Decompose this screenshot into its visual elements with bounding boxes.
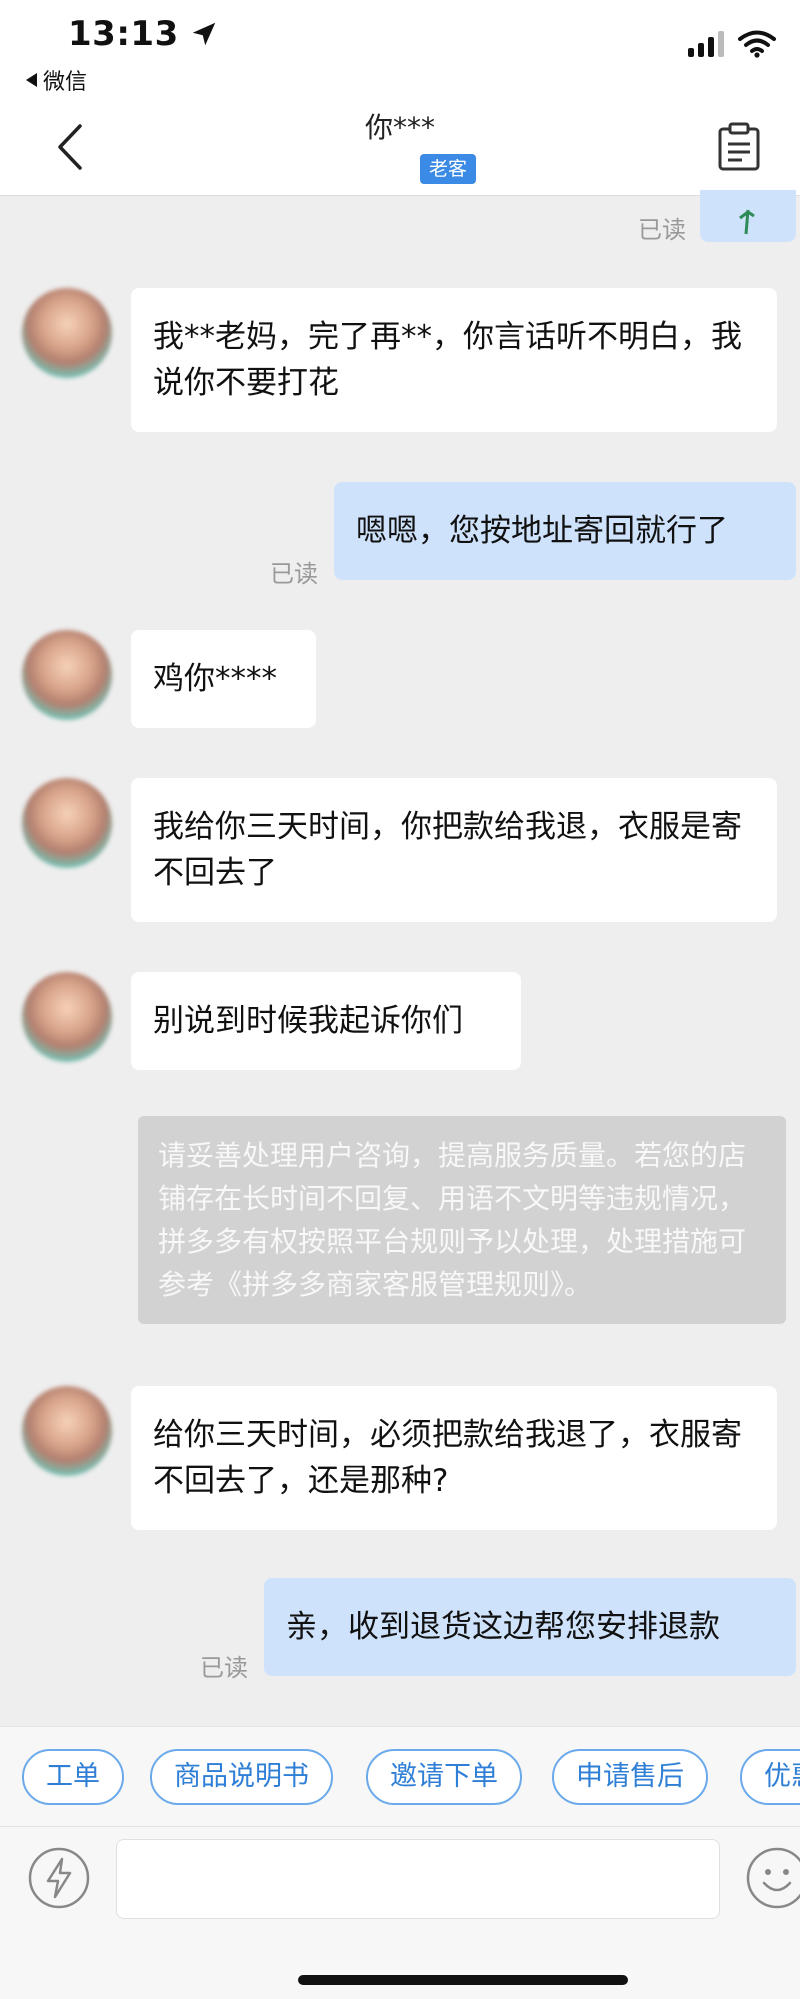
customer-message[interactable]: 别说到时候我起诉你们 xyxy=(131,972,521,1070)
message-text: 我给你三天时间，你把款给我退，衣服是寄不回去了 xyxy=(153,809,742,891)
location-arrow-icon xyxy=(192,22,215,46)
previous-message-bubble xyxy=(700,190,796,242)
quick-reply-chip[interactable]: 优惠 xyxy=(740,1749,800,1805)
message-text: 鸡你**** xyxy=(153,661,277,697)
top-bar: 13:13 微信 你*** 老客 xyxy=(0,0,800,196)
quick-reply-chip[interactable]: 商品说明书 xyxy=(150,1749,333,1805)
read-receipt: 已读 xyxy=(270,560,318,588)
customer-badge: 老客 xyxy=(420,154,476,184)
customer-message[interactable]: 给你三天时间，必须把款给我退了，衣服寄不回去了，还是那种? xyxy=(131,1386,777,1530)
page-title: 你*** xyxy=(364,111,435,144)
message-text: 我**老妈，完了再**，你言话听不明白，我说你不要打花 xyxy=(153,319,742,401)
status-time: 13:13 xyxy=(68,14,219,54)
message-text: 给你三天时间，必须把款给我退了，衣服寄不回去了，还是那种? xyxy=(153,1417,742,1499)
chat-area[interactable]: 已读 我**老妈，完了再**，你言话听不明白，我说你不要打花 已读 嗯嗯，您按地… xyxy=(0,190,800,1726)
my-message[interactable]: 嗯嗯，您按地址寄回就行了 xyxy=(334,482,796,580)
customer-avatar[interactable] xyxy=(22,778,112,868)
message-text: 嗯嗯，您按地址寄回就行了 xyxy=(356,513,728,549)
wifi-icon xyxy=(738,30,776,58)
system-notice: 请妥善处理用户咨询，提高服务质量。若您的店铺存在长时间不回复、用语不文明等违规情… xyxy=(138,1116,786,1324)
clipboard-icon[interactable] xyxy=(716,122,762,172)
message-text: 亲，收到退货这边帮您安排退款 xyxy=(286,1609,720,1645)
customer-message[interactable]: 我给你三天时间，你把款给我退，衣服是寄不回去了 xyxy=(131,778,777,922)
read-receipt: 已读 xyxy=(638,216,686,244)
quick-reply-chip[interactable]: 工单 xyxy=(22,1749,124,1805)
status-indicators xyxy=(688,30,776,58)
my-message[interactable]: 亲，收到退货这边帮您安排退款 xyxy=(264,1578,796,1676)
read-receipt: 已读 xyxy=(200,1654,248,1682)
status-time-text: 13:13 xyxy=(68,14,179,54)
customer-avatar[interactable] xyxy=(22,630,112,720)
message-input[interactable] xyxy=(116,1839,720,1919)
customer-avatar[interactable] xyxy=(22,972,112,1062)
emoji-icon[interactable] xyxy=(746,1847,800,1909)
signal-icon xyxy=(688,31,724,57)
back-to-app-link[interactable]: 微信 xyxy=(26,64,87,96)
back-triangle-icon xyxy=(26,73,37,87)
system-notice-text: 请妥善处理用户咨询，提高服务质量。若您的店铺存在长时间不回复、用语不文明等违规情… xyxy=(158,1139,747,1301)
quick-reply-chip[interactable]: 申请售后 xyxy=(552,1749,708,1805)
input-bar xyxy=(0,1826,800,1999)
message-text: 别说到时候我起诉你们 xyxy=(153,1003,463,1039)
customer-avatar[interactable] xyxy=(22,1386,112,1476)
customer-avatar[interactable] xyxy=(22,288,112,378)
quick-reply-bar[interactable]: 工单 商品说明书 邀请下单 申请售后 优惠 xyxy=(0,1726,800,1826)
customer-message[interactable]: 鸡你**** xyxy=(131,630,316,728)
plant-icon xyxy=(739,209,755,235)
bolt-icon[interactable] xyxy=(28,1847,90,1909)
back-app-label: 微信 xyxy=(43,70,88,95)
customer-message[interactable]: 我**老妈，完了再**，你言话听不明白，我说你不要打花 xyxy=(131,288,777,432)
quick-reply-chip[interactable]: 邀请下单 xyxy=(366,1749,522,1805)
home-indicator xyxy=(298,1975,628,1985)
